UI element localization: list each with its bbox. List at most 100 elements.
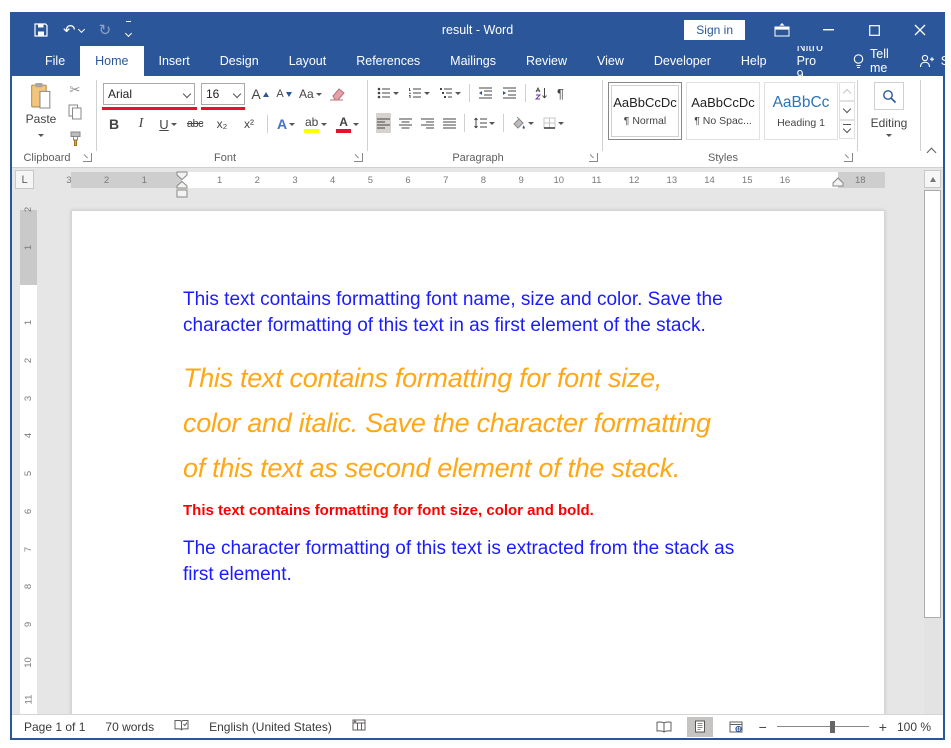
style-card[interactable]: AaBbCc Heading 1 [764,82,838,140]
numbering-button[interactable] [407,83,431,103]
align-center-button[interactable] [398,113,413,133]
styles-more-icon[interactable] [839,120,855,139]
paragraph[interactable]: This text contains formatting for font s… [183,501,832,521]
web-layout-button[interactable] [723,717,749,737]
minimize-button[interactable] [805,14,851,46]
word-count[interactable]: 70 words [105,720,154,734]
borders-button[interactable] [542,113,565,133]
zoom-percentage[interactable]: 100 % [897,720,931,734]
sort-button[interactable] [533,83,549,103]
grow-font-button[interactable]: A [251,84,269,104]
tab-stop-selector[interactable]: L [15,170,34,189]
tab-design[interactable]: Design [205,46,274,76]
decrease-indent-button[interactable] [477,83,494,103]
font-name-combobox[interactable]: Arial [103,83,195,105]
zoom-slider-thumb[interactable] [830,721,835,733]
document-page[interactable]: This text contains formatting font name,… [71,210,885,714]
styles-scroll-down-icon[interactable] [839,101,855,120]
vertical-scrollbar[interactable] [924,170,941,714]
font-color-button[interactable]: A [336,114,359,134]
clear-formatting-button[interactable] [328,84,346,104]
scroll-up-icon[interactable] [924,170,941,188]
tab-home[interactable]: Home [80,46,143,76]
save-icon[interactable] [34,23,48,37]
document-area: 21 1234567891011 This text contains form… [12,192,943,714]
paragraph[interactable]: The character formatting of this text is… [183,536,832,588]
strikethrough-button[interactable]: abc [186,114,204,134]
tab-help[interactable]: Help [726,46,782,76]
proofing-icon[interactable] [174,719,189,735]
tab-layout[interactable]: Layout [274,46,342,76]
tab-developer[interactable]: Developer [639,46,726,76]
shading-button[interactable] [511,113,535,133]
editing-find-button[interactable] [874,82,904,110]
styles-scroll-up-icon[interactable] [839,82,855,101]
align-right-button[interactable] [420,113,435,133]
font-name-annotation-underline [102,107,197,110]
share-button[interactable]: Share [904,46,951,76]
tab-mailings[interactable]: Mailings [435,46,511,76]
right-indent-marker[interactable] [832,177,844,187]
font-dialog-launcher-icon[interactable] [354,153,363,162]
editing-menu-button[interactable]: Editing [858,116,920,130]
macro-record-icon[interactable] [352,719,366,734]
change-case-button[interactable]: Aa [299,84,322,104]
subscript-button[interactable]: x₂ [213,114,231,134]
lightbulb-icon [853,54,864,69]
copy-icon[interactable] [68,104,82,125]
text-effects-button[interactable]: A [277,114,295,134]
tab-nitro-pro[interactable]: Nitro Pro 9 [782,46,838,76]
horizontal-ruler[interactable]: L 321 1234567891011121314151618 [12,168,943,192]
zoom-in-button[interactable]: + [879,720,887,734]
tab-review[interactable]: Review [511,46,582,76]
tab-references[interactable]: References [341,46,435,76]
paragraph[interactable]: This text contains formatting font name,… [183,287,832,339]
line-spacing-button[interactable] [472,113,496,133]
page-indicator[interactable]: Page 1 of 1 [24,720,85,734]
format-painter-icon[interactable] [69,131,82,151]
paste-button[interactable]: Paste [22,82,60,140]
cut-icon[interactable]: ✂ [70,82,81,98]
zoom-slider[interactable] [777,720,869,734]
show-formatting-marks-button[interactable]: ¶ [556,83,565,103]
tab-file[interactable]: File [30,46,80,76]
bold-button[interactable]: B [105,114,123,134]
styles-dialog-launcher-icon[interactable] [844,153,853,162]
read-mode-button[interactable] [651,717,677,737]
shrink-font-button[interactable]: A [275,84,293,104]
zoom-out-button[interactable]: − [759,720,767,734]
collapse-ribbon-icon[interactable] [928,143,935,161]
styles-group: AaBbCcDc ¶ Normal AaBbCcDc ¶ No Spac... … [603,76,857,167]
ruler-number: 7 [427,172,465,188]
italic-button[interactable]: I [132,114,150,134]
paragraph[interactable]: This text contains formatting for font s… [183,356,832,491]
ribbon-display-options-icon[interactable] [759,14,805,46]
sign-in-button[interactable]: Sign in [684,20,745,40]
tab-view[interactable]: View [582,46,639,76]
tab-tell-me[interactable]: Tell me [838,46,904,76]
vertical-ruler[interactable]: 21 1234567891011 [20,210,37,714]
maximize-button[interactable] [851,14,897,46]
tab-insert[interactable]: Insert [144,46,205,76]
bullets-button[interactable] [376,83,400,103]
customize-qat-icon[interactable] [126,21,131,39]
chevron-down-icon [233,90,241,98]
justify-button[interactable] [442,113,457,133]
print-layout-button[interactable] [687,717,713,737]
undo-icon[interactable]: ↶ [63,23,84,38]
work-area: L 321 1234567891011121314151618 21 12345… [12,168,943,714]
increase-indent-button[interactable] [501,83,518,103]
style-card[interactable]: AaBbCcDc ¶ Normal [608,82,682,140]
scrollbar-thumb[interactable] [924,190,941,618]
superscript-button[interactable]: x² [240,114,258,134]
style-card[interactable]: AaBbCcDc ¶ No Spac... [686,82,760,140]
text-highlight-button[interactable]: ab [304,114,327,134]
close-button[interactable] [897,14,943,46]
paragraph-dialog-launcher-icon[interactable] [589,153,598,162]
language-indicator[interactable]: English (United States) [209,720,332,734]
font-size-combobox[interactable]: 16 [201,83,245,105]
multilevel-list-button[interactable] [438,83,462,103]
align-left-button[interactable] [376,113,391,133]
clipboard-dialog-launcher-icon[interactable] [83,153,92,162]
underline-button[interactable]: U [159,114,177,134]
